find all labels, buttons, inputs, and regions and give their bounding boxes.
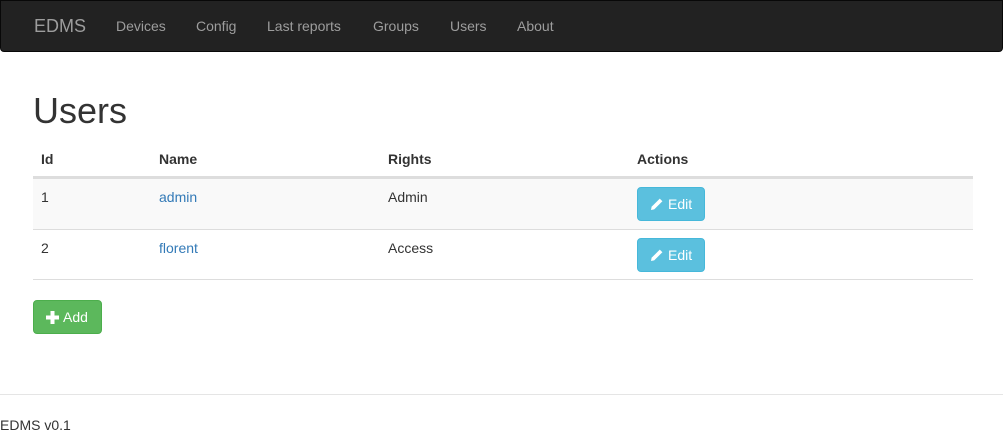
cell-rights: Admin xyxy=(388,189,428,205)
cell-id: 2 xyxy=(41,240,49,256)
table-row: 2 florent Access Edit xyxy=(33,229,973,280)
nav-item-groups[interactable]: Groups xyxy=(373,1,419,51)
add-button-label: Add xyxy=(63,309,88,325)
table-header-row: Id Name Rights Actions xyxy=(33,140,973,178)
footer-version: EDMS v0.1 xyxy=(0,417,71,433)
user-link-admin[interactable]: admin xyxy=(159,189,197,205)
cell-name: florent xyxy=(159,240,198,256)
nav-item-last-reports[interactable]: Last reports xyxy=(267,1,341,51)
brand-link[interactable]: EDMS xyxy=(34,1,86,51)
nav-item-devices[interactable]: Devices xyxy=(116,1,166,51)
cell-id: 1 xyxy=(41,189,49,205)
edit-button-label: Edit xyxy=(668,196,693,212)
column-header-rights: Rights xyxy=(388,151,432,167)
nav-item-about[interactable]: About xyxy=(517,1,554,51)
nav-item-users[interactable]: Users xyxy=(450,1,487,51)
column-header-actions: Actions xyxy=(637,151,689,167)
page-title: Users xyxy=(33,90,128,131)
add-user-button[interactable]: Add xyxy=(33,300,102,334)
pencil-icon xyxy=(651,198,663,210)
column-header-id: Id xyxy=(41,151,54,167)
column-header-name: Name xyxy=(159,151,198,167)
edit-button[interactable]: Edit xyxy=(637,238,705,272)
plus-icon xyxy=(46,311,59,324)
top-navbar: EDMS Devices Config Last reports Groups … xyxy=(0,0,1003,52)
nav-item-config[interactable]: Config xyxy=(196,1,236,51)
user-link-florent[interactable]: florent xyxy=(159,240,198,256)
edit-button[interactable]: Edit xyxy=(637,187,705,221)
table-row: 1 admin Admin Edit xyxy=(33,178,973,229)
pencil-icon xyxy=(651,249,663,261)
edit-button-label: Edit xyxy=(668,247,693,263)
cell-name: admin xyxy=(159,189,197,205)
footer-divider xyxy=(0,394,1003,395)
cell-rights: Access xyxy=(388,240,434,256)
